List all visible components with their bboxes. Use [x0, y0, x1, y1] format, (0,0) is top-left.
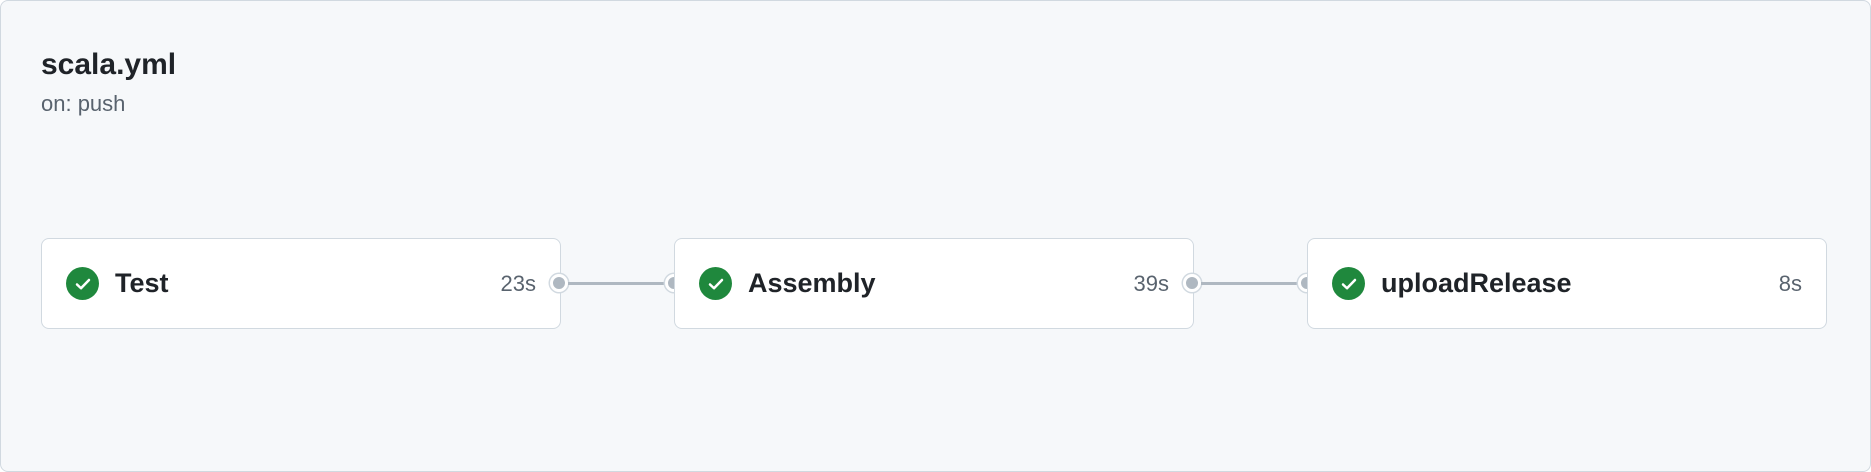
job-card-test[interactable]: Test 23s: [41, 238, 561, 329]
workflow-title: scala.yml: [41, 48, 177, 81]
workflow-trigger: on: push: [41, 91, 126, 116]
job-card-assembly[interactable]: Assembly 39s: [674, 238, 1194, 329]
workflow-header: scala.yml on: push: [41, 45, 176, 119]
job-name: Assembly: [748, 268, 876, 298]
connector-out-dot: [550, 274, 568, 292]
job-card-upload-release[interactable]: uploadRelease 8s: [1307, 238, 1827, 329]
check-circle-fill-icon: [1332, 267, 1365, 300]
job-duration: 39s: [1133, 270, 1169, 296]
connector-line: [1201, 282, 1307, 285]
job-name: Test: [115, 268, 169, 298]
job-duration: 8s: [1778, 270, 1802, 296]
check-circle-fill-icon: [699, 267, 732, 300]
connector-line: [568, 282, 674, 285]
check-circle-fill-icon: [66, 267, 99, 300]
job-duration: 23s: [500, 270, 536, 296]
workflow-graph-panel: scala.yml on: push Test 23s Assembly 39s…: [0, 0, 1871, 472]
connector-out-dot: [1183, 274, 1201, 292]
job-name: uploadRelease: [1381, 268, 1572, 298]
